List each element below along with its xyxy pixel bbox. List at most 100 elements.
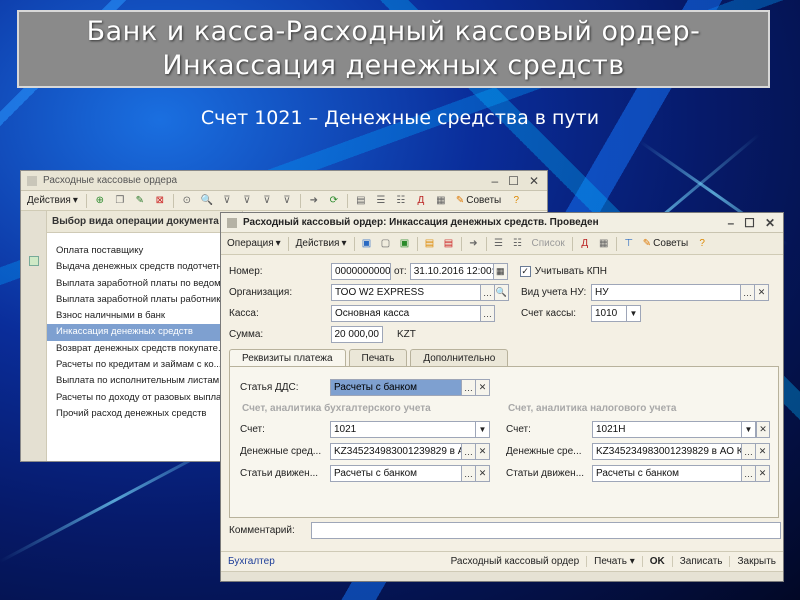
go-icon[interactable]: ➜ bbox=[467, 237, 481, 251]
operation-menu[interactable]: Операция ▾ bbox=[225, 238, 283, 249]
clear-icon[interactable]: ✕ bbox=[476, 443, 490, 460]
doc-print-button[interactable]: Расходный кассовый ордер bbox=[444, 556, 587, 567]
operation-list-item[interactable]: Взнос наличными в банк bbox=[47, 308, 242, 324]
clear-icon[interactable]: ✕ bbox=[756, 443, 770, 460]
actions-menu[interactable]: Действия ▾ bbox=[25, 195, 80, 206]
clear-icon[interactable]: ✕ bbox=[755, 284, 769, 301]
operation-list-item[interactable]: Выплата заработной платы по ведомо... bbox=[47, 276, 242, 292]
maximize-icon[interactable]: ☐ bbox=[744, 216, 755, 230]
list-icon[interactable]: ☰ bbox=[374, 194, 388, 208]
close-icon[interactable]: ✕ bbox=[529, 174, 539, 188]
nu-field[interactable]: НУ bbox=[591, 284, 741, 301]
clear-icon[interactable]: ✕ bbox=[476, 379, 490, 396]
minimize-icon[interactable]: – bbox=[491, 174, 498, 188]
operation-list-item[interactable]: Расчеты по доходу от разовых выпла... bbox=[47, 390, 242, 406]
select-button[interactable]: … bbox=[462, 465, 476, 482]
structure-icon[interactable]: ▤ bbox=[442, 237, 456, 251]
dt-kt-icon[interactable]: Д bbox=[578, 237, 592, 251]
filter-clear-icon[interactable]: ⊽ bbox=[280, 194, 294, 208]
edit-icon[interactable]: ✎ bbox=[133, 194, 147, 208]
select-button[interactable]: … bbox=[462, 379, 476, 396]
cash-account-field[interactable]: 1010 bbox=[591, 305, 627, 322]
search-icon[interactable]: 🔍 bbox=[495, 284, 509, 301]
operation-list-item[interactable]: Возврат денежных средств покупате... bbox=[47, 341, 242, 357]
tax-movement-field[interactable]: Расчеты с банком bbox=[592, 465, 742, 482]
list-icon[interactable]: ☰ bbox=[492, 237, 506, 251]
post-and-close-icon[interactable]: ▣ bbox=[360, 237, 374, 251]
filter-set-icon[interactable]: ⊽ bbox=[240, 194, 254, 208]
sum-field[interactable]: 20 000,00 bbox=[331, 326, 383, 343]
clear-icon[interactable]: ✕ bbox=[476, 465, 490, 482]
print-menu-button[interactable]: Печать ▾ bbox=[586, 556, 642, 567]
operation-list-item[interactable]: Прочий расход денежных средств bbox=[47, 406, 242, 422]
delete-icon[interactable]: ⊠ bbox=[153, 194, 167, 208]
calendar-icon[interactable]: ▦ bbox=[493, 263, 508, 280]
structure-icon[interactable]: ☷ bbox=[394, 194, 408, 208]
select-button[interactable]: … bbox=[741, 284, 755, 301]
cash-field[interactable]: Основная касса bbox=[331, 305, 481, 322]
select-button[interactable]: … bbox=[481, 305, 495, 322]
search-icon[interactable]: 🔍 bbox=[200, 194, 214, 208]
journal-icon[interactable]: ▦ bbox=[434, 194, 448, 208]
advice-button[interactable]: ✎ Советы bbox=[641, 238, 690, 249]
select-button[interactable]: … bbox=[742, 443, 756, 460]
filter-icon[interactable]: ⊽ bbox=[220, 194, 234, 208]
filter-list-icon[interactable]: ⊽ bbox=[260, 194, 274, 208]
number-field[interactable]: 0000000000 bbox=[331, 263, 391, 280]
post-icon[interactable]: ⊙ bbox=[180, 194, 194, 208]
go-icon[interactable]: ➜ bbox=[307, 194, 321, 208]
dds-field[interactable]: Расчеты с банком bbox=[330, 379, 462, 396]
tab-print[interactable]: Печать bbox=[348, 349, 408, 366]
tax-money-field[interactable]: KZ345234983001239829 в АО К bbox=[592, 443, 742, 460]
list-lines-icon[interactable]: ☷ bbox=[511, 237, 525, 251]
chevron-down-icon[interactable]: ▼ bbox=[742, 421, 756, 438]
organization-field[interactable]: ТОО W2 EXPRESS bbox=[331, 284, 481, 301]
add-icon[interactable]: ⊕ bbox=[93, 194, 107, 208]
sum-label: Сумма: bbox=[229, 329, 264, 340]
ok-button[interactable]: OK bbox=[641, 556, 672, 567]
save-icon[interactable]: ▢ bbox=[379, 237, 393, 251]
chevron-down-icon[interactable]: ▼ bbox=[627, 305, 641, 322]
movement-field[interactable]: Расчеты с банком bbox=[330, 465, 462, 482]
list-button[interactable]: Список bbox=[530, 238, 567, 249]
clear-icon[interactable]: ✕ bbox=[756, 465, 770, 482]
date-field[interactable]: 31.10.2016 12:00: bbox=[409, 263, 494, 280]
operation-list-item[interactable]: Инкассация денежных средств bbox=[47, 324, 242, 341]
help-icon[interactable]: ? bbox=[509, 194, 523, 208]
copy-icon[interactable]: ❐ bbox=[113, 194, 127, 208]
chevron-down-icon[interactable]: ▼ bbox=[476, 421, 490, 438]
tax-account-field[interactable]: 1021Н bbox=[592, 421, 742, 438]
user-link[interactable]: Бухгалтер bbox=[221, 556, 275, 567]
actions-menu[interactable]: Действия ▾ bbox=[294, 238, 349, 249]
account-field[interactable]: 1021 bbox=[330, 421, 476, 438]
refresh-icon[interactable]: ⟳ bbox=[327, 194, 341, 208]
horizontal-scrollbar[interactable] bbox=[221, 571, 783, 581]
operation-list-item[interactable]: Выплата заработной платы работнику bbox=[47, 292, 242, 308]
advice-button[interactable]: ✎ Советы bbox=[454, 195, 503, 206]
post-icon[interactable]: ▣ bbox=[398, 237, 412, 251]
select-button[interactable]: … bbox=[742, 465, 756, 482]
kpn-checkbox[interactable]: ✓ bbox=[519, 266, 531, 277]
journal-icon[interactable]: ▦ bbox=[597, 237, 611, 251]
based-on-icon[interactable]: ▤ bbox=[423, 237, 437, 251]
select-button[interactable]: … bbox=[462, 443, 476, 460]
operation-list-item[interactable]: Расчеты по кредитам и займам с ко... bbox=[47, 357, 242, 373]
pin-icon[interactable]: ⊤ bbox=[622, 237, 636, 251]
money-field[interactable]: KZ345234983001239829 в А bbox=[330, 443, 462, 460]
clear-icon[interactable]: ✕ bbox=[756, 421, 770, 438]
operation-list-item[interactable]: Выплата по исполнительным листам bbox=[47, 373, 242, 389]
tab-payment-details[interactable]: Реквизиты платежа bbox=[229, 349, 346, 366]
close-icon[interactable]: ✕ bbox=[765, 216, 775, 230]
operation-list-item[interactable]: Выдача денежных средств подотчетному... bbox=[47, 259, 242, 275]
dt-kt-icon[interactable]: Д bbox=[414, 194, 428, 208]
close-button[interactable]: Закрыть bbox=[729, 556, 783, 567]
operation-list-item[interactable]: Оплата поставщику bbox=[47, 243, 242, 259]
print-icon[interactable]: ▤ bbox=[354, 194, 368, 208]
tab-additional[interactable]: Дополнительно bbox=[410, 349, 509, 366]
comment-field[interactable] bbox=[311, 522, 781, 539]
maximize-icon[interactable]: ☐ bbox=[508, 174, 519, 188]
help-icon[interactable]: ? bbox=[695, 237, 709, 251]
save-button[interactable]: Записать bbox=[671, 556, 730, 567]
select-button[interactable]: … bbox=[481, 284, 495, 301]
minimize-icon[interactable]: – bbox=[727, 216, 734, 230]
